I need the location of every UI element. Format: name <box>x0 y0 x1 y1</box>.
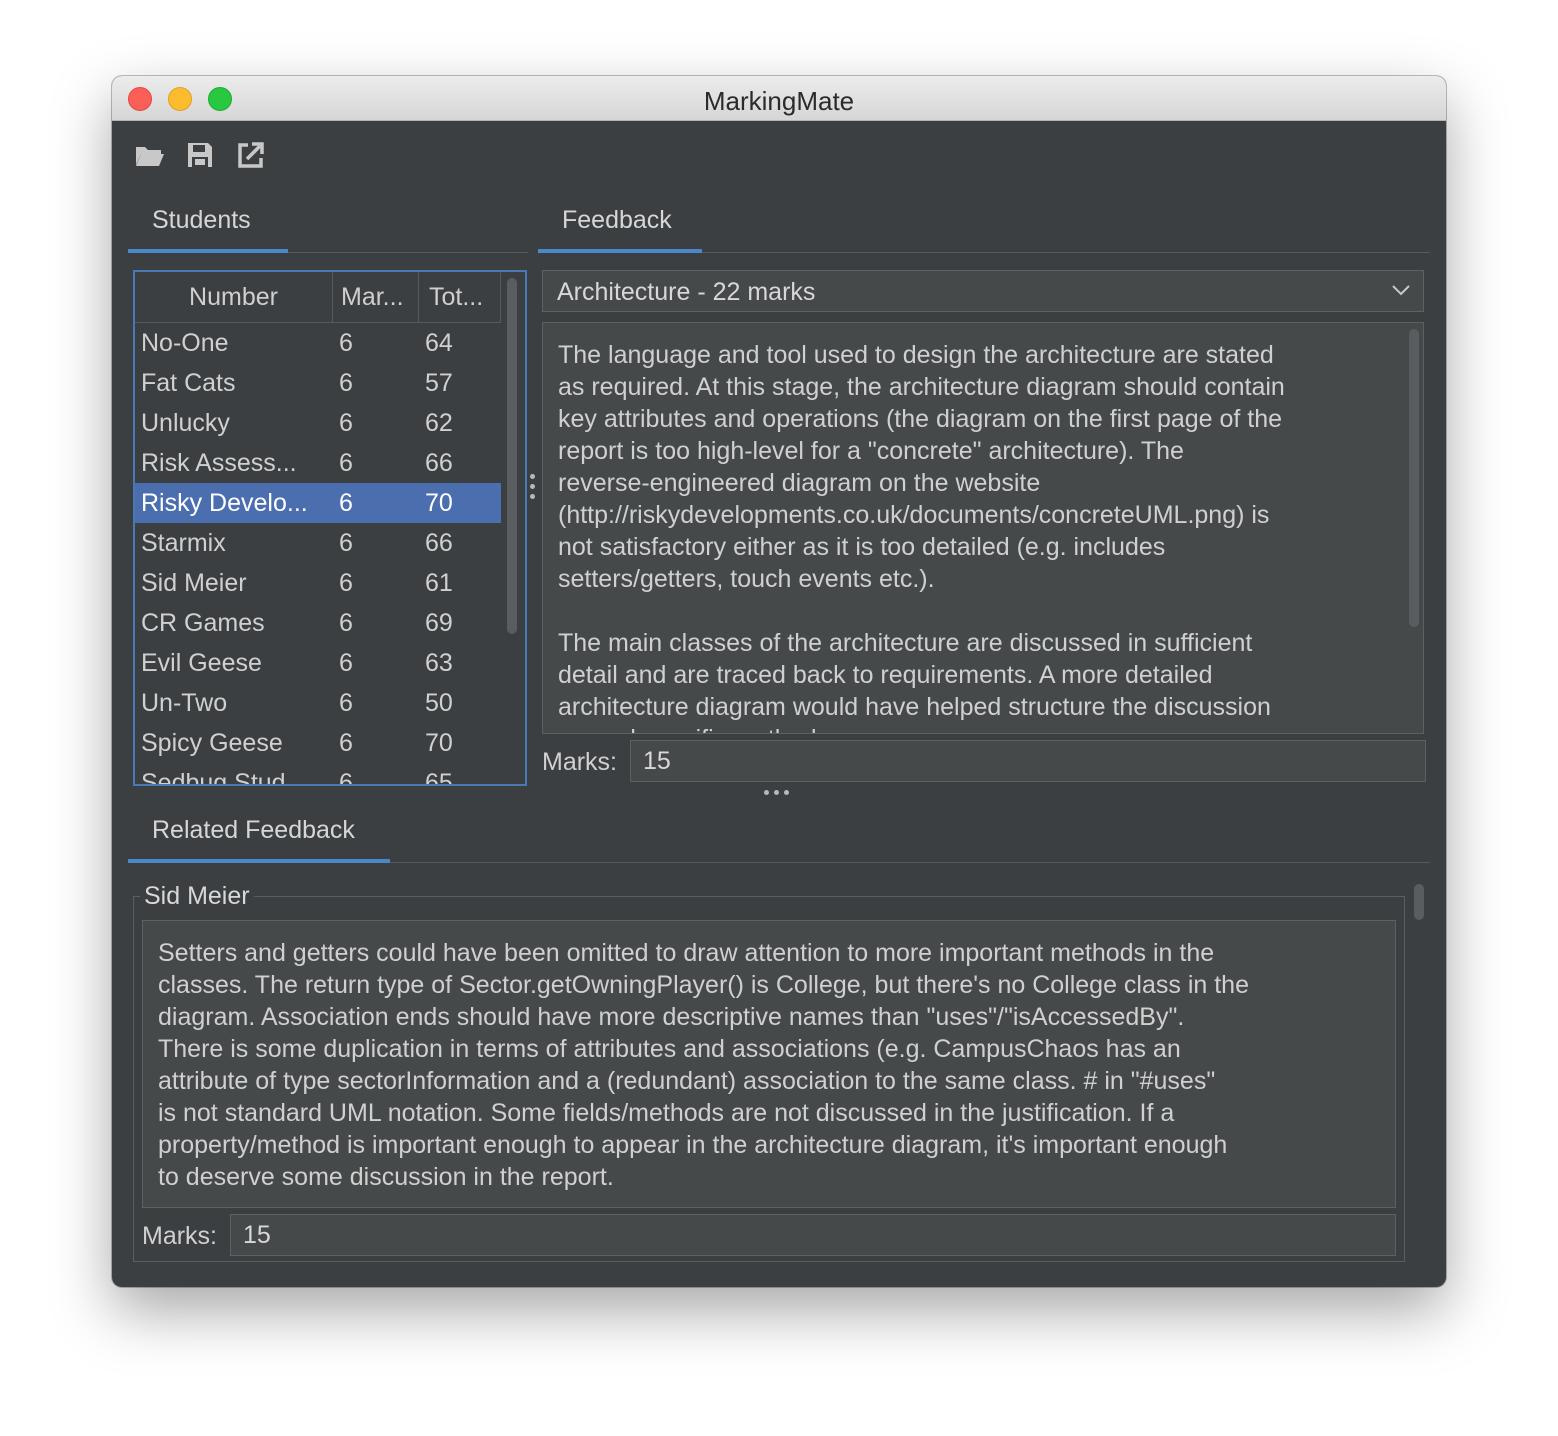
tab-separator <box>702 252 1430 253</box>
cell-marks: 6 <box>339 329 353 357</box>
cell-number: No-One <box>141 329 229 357</box>
cell-marks: 6 <box>339 649 353 677</box>
table-row[interactable]: Fat Cats 6 57 <box>135 363 501 403</box>
cell-number: Risky Develo... <box>141 489 308 517</box>
cell-marks: 6 <box>339 609 353 637</box>
tab-students-indicator <box>128 249 288 253</box>
column-header-total[interactable]: Tot... <box>419 272 501 322</box>
related-student-name: Sid Meier <box>140 882 254 911</box>
cell-total: 63 <box>425 649 453 677</box>
table-row[interactable]: Spicy Geese 6 70 <box>135 723 501 763</box>
cell-total: 57 <box>425 369 453 397</box>
feedback-textarea[interactable]: The language and tool used to design the… <box>542 322 1424 734</box>
cell-marks: 6 <box>339 529 353 557</box>
tab-separator <box>390 862 1430 863</box>
marks-label: Marks: <box>542 748 617 776</box>
tab-feedback-indicator <box>538 249 702 253</box>
cell-number: Spicy Geese <box>141 729 283 757</box>
chevron-down-icon <box>1392 285 1410 296</box>
cell-marks: 6 <box>339 769 353 786</box>
students-table[interactable]: Number Mar... Tot... No-One 6 64 Fat Cats 6 5… <box>133 270 527 786</box>
app-window: MarkingMate Students Number Mar... Tot..… <box>112 76 1446 1287</box>
cell-marks: 6 <box>339 569 353 597</box>
cell-number: Evil Geese <box>141 649 262 677</box>
folder-open-icon[interactable] <box>133 138 167 172</box>
tab-related-feedback[interactable]: Related Feedback <box>152 816 355 845</box>
table-row[interactable]: No-One 6 64 <box>135 323 501 363</box>
column-header-marks[interactable]: Mar... <box>333 272 419 322</box>
table-header: Number Mar... Tot... <box>135 272 501 323</box>
table-row[interactable]: Sedbug Stud... 6 65 <box>135 763 501 786</box>
horizontal-split-handle[interactable] <box>764 790 794 796</box>
cell-total: 69 <box>425 609 453 637</box>
cell-number: Sid Meier <box>141 569 247 597</box>
table-row[interactable]: Starmix 6 66 <box>135 523 501 563</box>
cell-number: Risk Assess... <box>141 449 297 477</box>
related-marks-label: Marks: <box>142 1222 217 1250</box>
column-header-number[interactable]: Number <box>135 272 333 322</box>
cell-total: 70 <box>425 489 453 517</box>
cell-total: 70 <box>425 729 453 757</box>
title-bar: MarkingMate <box>112 76 1446 121</box>
related-marks-field[interactable]: 15 <box>230 1214 1396 1256</box>
cell-number: CR Games <box>141 609 265 637</box>
cell-total: 61 <box>425 569 453 597</box>
cell-total: 50 <box>425 689 453 717</box>
cell-number: Un-Two <box>141 689 228 717</box>
tab-feedback[interactable]: Feedback <box>562 206 672 235</box>
table-row[interactable]: Evil Geese 6 63 <box>135 643 501 683</box>
related-feedback-text: Setters and getters could have been omit… <box>158 939 1249 1191</box>
table-row[interactable]: CR Games 6 69 <box>135 603 501 643</box>
tab-students[interactable]: Students <box>152 206 251 235</box>
cell-total: 64 <box>425 329 453 357</box>
table-scrollbar[interactable] <box>507 278 517 634</box>
section-dropdown[interactable]: Architecture - 22 marks <box>542 270 1424 312</box>
vertical-split-handle[interactable] <box>530 474 536 504</box>
cell-number: Starmix <box>141 529 226 557</box>
save-icon[interactable] <box>183 138 217 172</box>
cell-marks: 6 <box>339 409 353 437</box>
window-title: MarkingMate <box>703 86 855 116</box>
export-icon[interactable] <box>233 138 267 172</box>
cell-marks: 6 <box>339 449 353 477</box>
tab-separator <box>288 252 528 253</box>
table-row[interactable]: Sid Meier 6 61 <box>135 563 501 603</box>
related-scrollbar[interactable] <box>1414 884 1424 920</box>
table-row[interactable]: Risky Develo... 6 70 <box>135 483 501 523</box>
cell-total: 62 <box>425 409 453 437</box>
cell-number: Sedbug Stud... <box>141 769 307 786</box>
table-row[interactable]: Un-Two 6 50 <box>135 683 501 723</box>
cell-marks: 6 <box>339 729 353 757</box>
feedback-scrollbar[interactable] <box>1409 329 1419 627</box>
cell-number: Unlucky <box>141 409 230 437</box>
cell-total: 66 <box>425 449 453 477</box>
cell-marks: 6 <box>339 489 353 517</box>
related-feedback-textarea[interactable]: Setters and getters could have been omit… <box>142 920 1396 1208</box>
cell-number: Fat Cats <box>141 369 236 397</box>
feedback-text: The language and tool used to design the… <box>558 341 1285 733</box>
table-row[interactable]: Unlucky 6 62 <box>135 403 501 443</box>
cell-marks: 6 <box>339 689 353 717</box>
cell-marks: 6 <box>339 369 353 397</box>
table-row[interactable]: Risk Assess... 6 66 <box>135 443 501 483</box>
cell-total: 65 <box>425 769 453 786</box>
tab-related-indicator <box>128 859 390 863</box>
cell-total: 66 <box>425 529 453 557</box>
section-dropdown-value: Architecture - 22 marks <box>557 278 816 306</box>
marks-field[interactable]: 15 <box>630 740 1426 782</box>
